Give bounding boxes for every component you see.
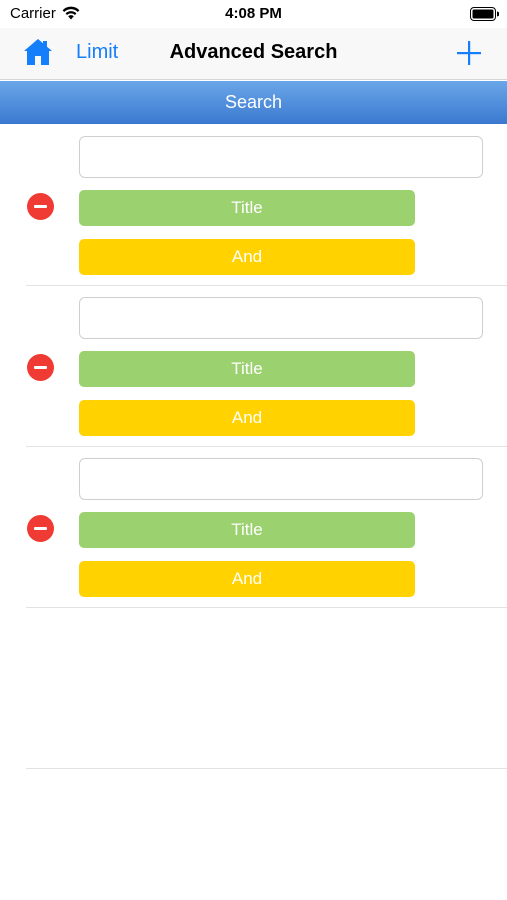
plus-icon[interactable]: [456, 40, 482, 66]
criteria-row: Title And: [0, 285, 507, 447]
navigation-bar: Limit Advanced Search: [0, 28, 507, 80]
battery-icon: [470, 7, 499, 21]
criteria-row: Title And: [0, 124, 507, 286]
limit-button[interactable]: Limit: [76, 41, 118, 64]
row-divider: [26, 768, 507, 769]
operator-selector-button[interactable]: And: [79, 561, 415, 597]
search-button[interactable]: Search: [0, 81, 507, 124]
criteria-text-field[interactable]: [79, 297, 483, 339]
home-icon[interactable]: [23, 38, 53, 66]
field-selector-button[interactable]: Title: [79, 351, 415, 387]
operator-selector-button[interactable]: And: [79, 239, 415, 275]
field-selector-button[interactable]: Title: [79, 512, 415, 548]
criteria-text-field[interactable]: [79, 136, 483, 178]
remove-row-icon[interactable]: [27, 515, 54, 542]
field-selector-button[interactable]: Title: [79, 190, 415, 226]
row-divider: [26, 607, 507, 608]
remove-row-icon[interactable]: [27, 354, 54, 381]
clock: 4:08 PM: [225, 5, 282, 22]
remove-row-icon[interactable]: [27, 193, 54, 220]
criteria-row: Title And: [0, 446, 507, 608]
criteria-text-field[interactable]: [79, 458, 483, 500]
status-bar: Carrier 4:08 PM: [0, 0, 507, 28]
operator-selector-button[interactable]: And: [79, 400, 415, 436]
